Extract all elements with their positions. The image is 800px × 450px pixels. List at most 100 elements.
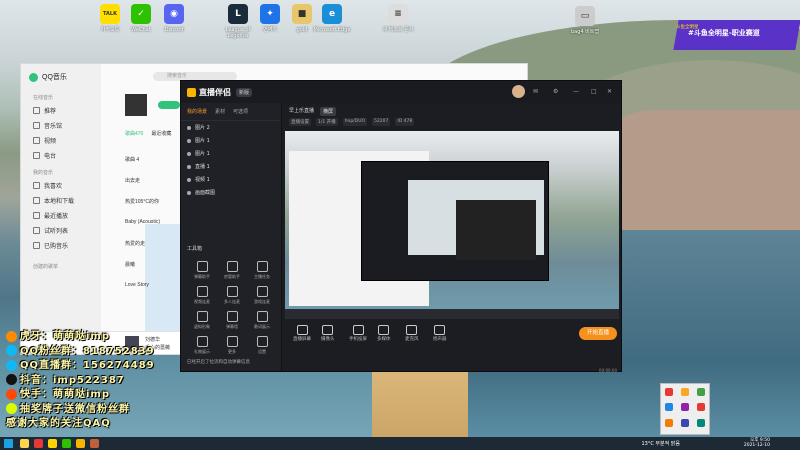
scene-item[interactable]: 图片 1: [181, 147, 281, 160]
sidebar-item-icon: [33, 122, 40, 129]
settings-icon[interactable]: ⚙: [553, 88, 558, 95]
toolbox-grid: 弹幕助手 房管助手 主播任务视频连麦 多人连麦 游戏连麦虚拟形象 弹幕墙 歌词展示礼物展示 更…: [187, 261, 277, 355]
song-row[interactable]: 热爱的走: [125, 240, 175, 247]
chrome-icon[interactable]: [34, 439, 43, 448]
desktop-icon-2[interactable]: ◉: [164, 4, 184, 24]
eye-icon[interactable]: [187, 164, 191, 169]
clock[interactable]: 오후 9:50 2021-12-10: [744, 438, 770, 448]
desktop-icon-6[interactable]: e: [322, 4, 342, 24]
qq-section-head: 在线音乐: [33, 95, 54, 101]
sidebar-item[interactable]: 本地和下载: [21, 193, 101, 208]
tab-recent[interactable]: 最近收藏: [151, 130, 171, 137]
tray-app-icon[interactable]: [681, 388, 689, 396]
source-button-1[interactable]: 摄像头: [321, 325, 335, 342]
tab-assets[interactable]: 素材: [215, 108, 225, 115]
tool-button[interactable]: 礼物展示: [187, 336, 217, 355]
tool-button[interactable]: 视频连麦: [187, 286, 217, 305]
sidebar-item[interactable]: 我喜欢: [21, 178, 101, 193]
desktop-icon-0[interactable]: TALK: [100, 4, 120, 24]
speaker-icon: [434, 325, 446, 335]
tab-my-scenes[interactable]: 我的场景: [187, 108, 207, 115]
maximize-icon[interactable]: □: [591, 88, 597, 95]
song-row[interactable]: 晨曦: [125, 261, 175, 268]
tool-icon: [226, 286, 238, 297]
tray-app-icon[interactable]: [681, 403, 689, 412]
sidebar-item[interactable]: 已购音乐: [21, 238, 101, 253]
tool-button[interactable]: 设置: [247, 336, 277, 355]
tool-button[interactable]: 弹幕墙: [217, 311, 247, 330]
desktop-icon-3[interactable]: L: [228, 4, 248, 24]
source-button-5[interactable]: 扬声器: [433, 325, 447, 342]
qq-music-taskbar-icon[interactable]: [90, 439, 99, 448]
tray-app-icon[interactable]: [697, 403, 705, 412]
tool-label: 歌词展示: [254, 324, 270, 329]
song-row[interactable]: 歌曲 4: [125, 156, 175, 163]
scene-label: 画面截图: [195, 190, 216, 196]
source-button-3[interactable]: 多媒体: [377, 325, 391, 342]
live-studio-window[interactable]: 直播伴侣 新版 ✉ ⚙ — □ ✕ 我的场景 素材 可选项 图片 2 图片 1 图片…: [180, 80, 622, 373]
minimize-icon[interactable]: —: [573, 88, 579, 95]
tab-options[interactable]: 可选项: [233, 108, 248, 115]
tray-app-icon[interactable]: [665, 403, 673, 412]
sidebar-item[interactable]: 音乐馆: [21, 118, 101, 133]
eye-icon[interactable]: [187, 190, 191, 195]
tool-button[interactable]: 多人连麦: [217, 286, 247, 305]
tool-button[interactable]: 主播任务: [247, 261, 277, 280]
tool-button[interactable]: 弹幕助手: [187, 261, 217, 280]
tray-app-icon[interactable]: [665, 418, 673, 427]
orientation-tag[interactable]: 横屏: [320, 107, 337, 116]
windows-start-icon[interactable]: [4, 439, 13, 448]
user-avatar[interactable]: [512, 85, 525, 98]
scene-item[interactable]: 直播 1: [181, 160, 281, 173]
sidebar-item[interactable]: 试听列表: [21, 223, 101, 238]
close-icon[interactable]: ✕: [607, 88, 612, 95]
tool-button[interactable]: 虚拟形象: [187, 311, 217, 330]
qq-music-icon: [29, 72, 38, 82]
tool-button[interactable]: 房管助手: [217, 261, 247, 280]
source-button-2[interactable]: 手机投屏: [349, 325, 367, 342]
play-all-button[interactable]: [158, 101, 180, 109]
scene-item[interactable]: 视频 1: [181, 173, 281, 186]
song-row[interactable]: 热爱105°C的你: [125, 198, 175, 205]
notification-icon[interactable]: ✉: [533, 88, 538, 95]
tool-button[interactable]: 游戏连麦: [247, 286, 277, 305]
source-button-4[interactable]: 麦克风: [405, 325, 419, 342]
song-row[interactable]: Baby (Acoustic): [125, 219, 175, 225]
weather-widget[interactable]: 13°C 부분적 맑음: [641, 440, 680, 447]
scene-item[interactable]: 图片 2: [181, 121, 281, 134]
sidebar-item[interactable]: 最近播放: [21, 208, 101, 223]
live-studio-icon[interactable]: [76, 439, 85, 448]
eye-icon[interactable]: [187, 151, 191, 156]
desktop-icon-8[interactable]: ▭: [575, 6, 595, 26]
desktop-icon-4[interactable]: ✦: [260, 4, 280, 24]
stream-title: 早上乐直播: [289, 108, 315, 114]
scene-item[interactable]: 画面截图: [181, 186, 281, 199]
song-row[interactable]: Love Story: [125, 282, 175, 288]
sidebar-item[interactable]: 电台: [21, 148, 101, 163]
go-live-button[interactable]: 开始直播: [579, 327, 617, 340]
tray-app-icon[interactable]: [697, 388, 705, 396]
tray-app-icon[interactable]: [681, 418, 689, 427]
sidebar-item[interactable]: 视频: [21, 133, 101, 148]
source-button-0[interactable]: 直播屏幕: [293, 325, 311, 342]
tool-label: 房管助手: [224, 274, 240, 279]
kakaotalk-icon[interactable]: [48, 439, 57, 448]
tray-app-icon[interactable]: [697, 418, 705, 427]
tool-button[interactable]: 歌词展示: [247, 311, 277, 330]
tool-label: 礼物展示: [194, 349, 210, 354]
song-row[interactable]: 出去走: [125, 177, 175, 184]
desktop-icon-7[interactable]: ≡: [388, 4, 408, 24]
file-explorer-icon[interactable]: [20, 439, 29, 448]
eye-icon[interactable]: [187, 125, 191, 130]
wechat-icon[interactable]: [62, 439, 71, 448]
desktop-icon-1[interactable]: ✓: [131, 4, 151, 24]
sidebar-item[interactable]: 推荐: [21, 103, 101, 118]
desktop-icon-5[interactable]: ■: [292, 4, 312, 24]
tray-app-icon[interactable]: [665, 388, 673, 396]
scene-item[interactable]: 图片 1: [181, 134, 281, 147]
eye-icon[interactable]: [187, 138, 191, 143]
tab-songs[interactable]: 歌曲470: [125, 130, 143, 137]
tool-button[interactable]: 更多: [217, 336, 247, 355]
eye-icon[interactable]: [187, 177, 191, 182]
studio-titlebar: 直播伴侣 新版 ✉ ⚙ — □ ✕: [181, 81, 621, 103]
